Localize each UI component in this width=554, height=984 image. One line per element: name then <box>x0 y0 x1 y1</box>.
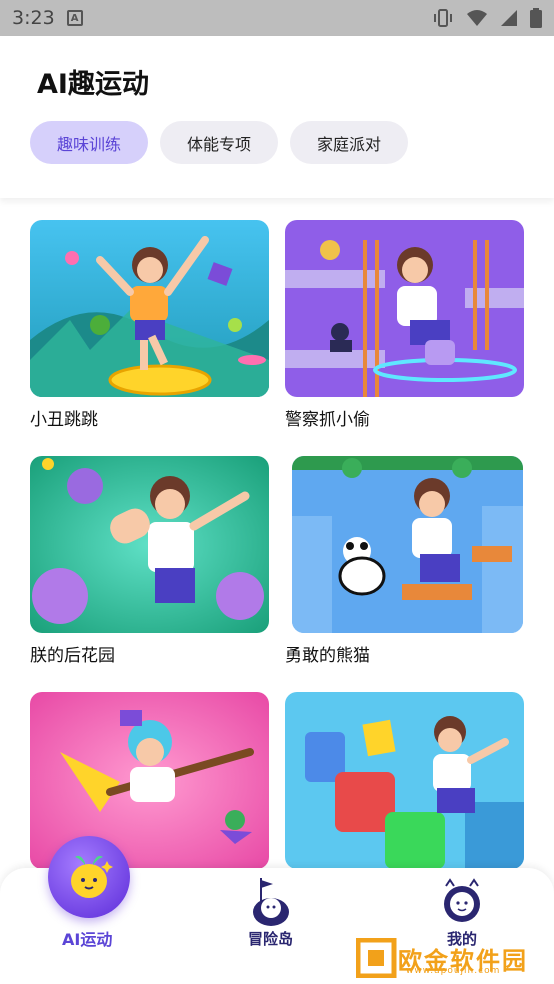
ai-sport-badge[interactable] <box>48 836 130 918</box>
category-tabs: 趣味训练 体能专项 家庭派对 <box>30 121 408 164</box>
status-time: 3:23 <box>12 7 55 29</box>
nav-ai-sport[interactable]: AI运动 <box>62 926 112 950</box>
game-title: 勇敢的熊猫 <box>285 646 370 666</box>
game-title: 警察抓小偷 <box>285 410 370 430</box>
profile-mascot-icon <box>444 878 480 922</box>
game-thumbnail[interactable] <box>30 220 269 397</box>
game-thumbnail[interactable] <box>292 456 523 633</box>
watermark: 欧金软件园 www.apoujin.com <box>356 938 548 978</box>
tab-fun-training[interactable]: 趣味训练 <box>30 121 148 164</box>
game-card[interactable] <box>285 692 524 877</box>
nav-adventure-island[interactable]: 冒险岛 <box>248 876 293 949</box>
signal-icon <box>501 10 517 26</box>
watermark-logo-icon <box>356 938 397 978</box>
vibrate-icon <box>434 9 452 27</box>
game-title: 小丑跳跳 <box>30 410 98 430</box>
tab-fitness[interactable]: 体能专项 <box>160 121 278 164</box>
status-bar: 3:23 A <box>0 0 554 36</box>
game-title: 朕的后花园 <box>30 646 115 666</box>
game-thumbnail[interactable] <box>285 692 524 869</box>
ai-mascot-icon <box>71 855 113 898</box>
game-card[interactable]: 朕的后花园 <box>30 456 269 666</box>
notification-icon: A <box>66 10 83 26</box>
page-title: AI趣运动 <box>37 69 149 100</box>
watermark-url: www.apoujin.com <box>406 966 501 976</box>
battery-icon <box>530 8 542 28</box>
game-card[interactable]: 勇敢的熊猫 <box>285 456 524 666</box>
wifi-icon <box>467 10 487 26</box>
nav-label: AI运动 <box>62 930 113 949</box>
nav-label: 冒险岛 <box>248 930 294 948</box>
status-icons <box>432 8 542 28</box>
header: AI趣运动 趣味训练 体能专项 家庭派对 <box>0 36 554 198</box>
game-card[interactable]: 小丑跳跳 <box>30 220 269 430</box>
island-mascot-icon <box>252 878 289 926</box>
tab-family-party[interactable]: 家庭派对 <box>290 121 408 164</box>
game-card[interactable]: 警察抓小偷 <box>285 220 524 430</box>
game-thumbnail[interactable] <box>30 456 269 633</box>
game-thumbnail[interactable] <box>285 220 524 397</box>
